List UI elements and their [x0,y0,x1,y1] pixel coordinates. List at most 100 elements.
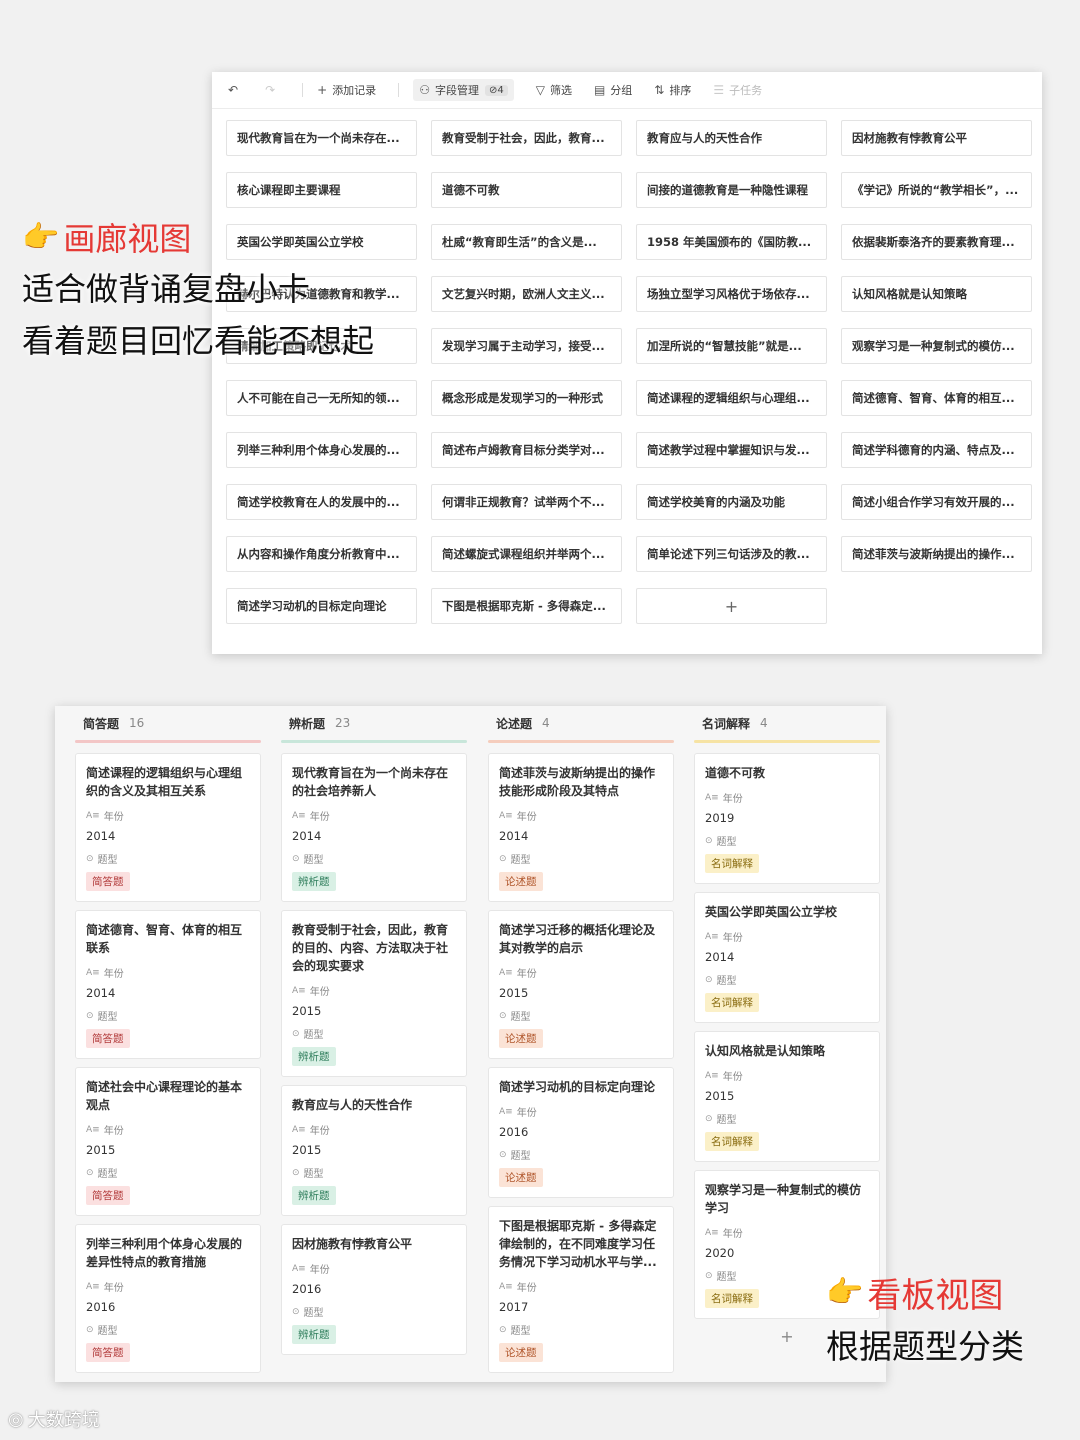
kanban-card-title: 观察学习是一种复制式的模仿学习 [705,1183,862,1215]
year-field-name: 年份 [516,969,537,980]
gallery-card[interactable]: 人不可能在自己一无所知的领... [226,380,417,416]
redo-button[interactable]: ↷ [265,83,280,97]
kanban-card[interactable]: 因材施教有悖教育公平 A≡ 年份 2016 ⊙ 题型 辨析题 [281,1224,467,1355]
year-value: 2016 [86,1300,116,1314]
group-button[interactable]: ▤ 分组 [594,82,632,98]
kanban-column-color-bar [281,740,467,743]
gallery-card[interactable]: 教育受制于社会，因此，教育... [431,120,622,156]
year-field-label: A≡ 年份 [705,929,869,945]
gallery-card[interactable]: 简述菲茨与波斯纳提出的操作... [841,536,1032,572]
gallery-card[interactable]: 核心课程即主要课程 [226,172,417,208]
gallery-card[interactable]: 简述学校美育的内涵及功能 [636,484,827,520]
weibo-logo-icon: ◎ [8,1408,24,1430]
gallery-card[interactable]: 简述布卢姆教育目标分类学对... [431,432,622,468]
kanban-column-header[interactable]: 论述题 4 [488,706,674,740]
kanban-caption-text: 看板视图 [867,1276,1004,1316]
kanban-card[interactable]: 教育受制于社会，因此，教育的目的、内容、方法取决于社会的现实要求 A≡ 年份 2015… [281,910,467,1077]
kanban-card[interactable]: 简述社会中心课程理论的基本观点 A≡ 年份 2015 ⊙ 题型 简答题 [75,1067,261,1216]
gallery-card[interactable]: 依据裴斯泰洛齐的要素教育理... [841,224,1032,260]
gallery-card[interactable]: 简述学科德育的内涵、特点及... [841,432,1032,468]
gallery-card[interactable]: 简述德育、智育、体育的相互... [841,380,1032,416]
gallery-card[interactable]: 《学记》所说的“教学相长”，... [841,172,1032,208]
gallery-card[interactable]: 观察学习是一种复制式的模仿... [841,328,1032,364]
toolbar-divider [302,83,304,97]
gallery-card[interactable]: 简述学习动机的目标定向理论 [226,588,417,624]
gallery-card[interactable]: 下图是根据耶克斯 - 多得森定... [431,588,622,624]
kanban-card[interactable]: 道德不可教 A≡ 年份 2019 ⊙ 题型 名词解释 [694,753,880,884]
gallery-card[interactable]: 简单论述下列三句话涉及的教... [636,536,827,572]
gallery-add-card-button[interactable]: + [636,588,827,624]
gallery-card[interactable]: 杜威“教育即生活”的含义是... [431,224,622,260]
kanban-card[interactable]: 简述菲茨与波斯纳提出的操作技能形成阶段及其特点 A≡ 年份 2014 ⊙ 题型 论述题 [488,753,674,902]
gallery-card[interactable]: 简述课程的逻辑组织与心理组... [636,380,827,416]
kanban-column-header[interactable]: 名词解释 4 [694,706,880,740]
year-field-label: A≡ 年份 [499,1104,663,1120]
text-field-icon: A≡ [705,1070,719,1081]
gallery-card[interactable]: 简述螺旋式课程组织并举两个... [431,536,622,572]
kanban-column-header[interactable]: 辨析题 23 [281,706,467,740]
gallery-card[interactable]: 加涅所说的“智慧技能”就是... [636,328,827,364]
kanban-card-title: 简述课程的逻辑组织与心理组织的含义及其相互关系 [86,766,243,798]
gallery-card[interactable]: 列举三种利用个体身心发展的... [226,432,417,468]
gallery-card[interactable]: 文艺复兴时期，欧洲人文主义... [431,276,622,312]
kanban-card[interactable]: 简述学习迁移的概括化理论及其对教学的启示 A≡ 年份 2015 ⊙ 题型 论述题 [488,910,674,1059]
add-record-button[interactable]: + 添加记录 [317,82,376,98]
sort-button[interactable]: ⇅ 排序 [654,82,691,98]
year-value: 2017 [499,1300,529,1314]
kanban-card[interactable]: 认知风格就是认知策略 A≡ 年份 2015 ⊙ 题型 名词解释 [694,1031,880,1162]
undo-button[interactable]: ↶ [228,83,243,97]
kanban-card[interactable]: 列举三种利用个体身心发展的差异性特点的教育措施 A≡ 年份 2016 ⊙ 题型 简答题 [75,1224,261,1373]
kanban-column-header[interactable]: 简答题 16 [75,706,261,740]
kanban-card[interactable]: 简述学习动机的目标定向理论 A≡ 年份 2016 ⊙ 题型 论述题 [488,1067,674,1198]
gallery-card-title: 认知风格就是认知策略 [852,287,967,301]
gallery-card-title: 简述学习动机的目标定向理论 [237,599,387,613]
gallery-grid: 现代教育旨在为一个尚未存在... 教育受制于社会，因此，教育... 教育应与人的天性… [226,120,1032,624]
group-icon: ▤ [593,83,606,97]
gallery-card[interactable]: 1958 年美国颁布的《国防教... [636,224,827,260]
gallery-card[interactable]: 简述小组合作学习有效开展的... [841,484,1032,520]
gallery-card[interactable]: 英国公学即英国公立学校 [226,224,417,260]
gallery-card[interactable]: 间接的道德教育是一种隐性课程 [636,172,827,208]
year-field-name: 年份 [309,812,330,823]
kanban-card[interactable]: 简述课程的逻辑组织与心理组织的含义及其相互关系 A≡ 年份 2014 ⊙ 题型 简答题 [75,753,261,902]
field-manage-button[interactable]: ⚇ 字段管理 ⊘4 [413,79,514,101]
kanban-card[interactable]: 英国公学即英国公立学校 A≡ 年份 2014 ⊙ 题型 名词解释 [694,892,880,1023]
kanban-card[interactable]: 现代教育旨在为一个尚未存在的社会培养新人 A≡ 年份 2014 ⊙ 题型 辨析题 [281,753,467,902]
gallery-card[interactable]: 认知风格就是认知策略 [841,276,1032,312]
kanban-card[interactable]: 简述德育、智育、体育的相互联系 A≡ 年份 2014 ⊙ 题型 简答题 [75,910,261,1059]
year-field-name: 年份 [722,1072,743,1083]
kanban-column-count: 4 [542,716,550,730]
gallery-card[interactable]: 因材施教有悖教育公平 [841,120,1032,156]
year-value: 2015 [86,1143,116,1157]
gallery-card-title: 简述课程的逻辑组织与心理组... [647,391,810,405]
gallery-card[interactable]: 现代教育旨在为一个尚未存在... [226,120,417,156]
type-field-name: 题型 [303,855,324,866]
filter-button[interactable]: ▽ 筛选 [536,82,572,98]
gallery-card[interactable]: 教育应与人的天性合作 [636,120,827,156]
gallery-card[interactable]: 道德不可教 [431,172,622,208]
type-field-name: 题型 [97,1169,118,1180]
kanban-card[interactable]: 下图是根据耶克斯 - 多得森定律绘制的，在不同难度学习任务情况下学习动机水平与学… [488,1206,674,1373]
gallery-card[interactable]: 发现学习属于主动学习，接受... [431,328,622,364]
year-value: 2015 [499,986,529,1000]
text-field-icon: A≡ [705,931,719,942]
kanban-column: 论述题 4 简述菲茨与波斯纳提出的操作技能形成阶段及其特点 A≡ 年份 2014 ⊙ 题型 论述… [488,706,674,1381]
gallery-card[interactable]: 概念形成是发现学习的一种形式 [431,380,622,416]
type-field-name: 题型 [97,855,118,866]
kanban-card[interactable]: 教育应与人的天性合作 A≡ 年份 2015 ⊙ 题型 辨析题 [281,1085,467,1216]
subtask-label: 子任务 [729,84,763,97]
subtask-button[interactable]: ☰ 子任务 [713,82,762,98]
gallery-card-title: 列举三种利用个体身心发展的... [237,443,400,457]
gallery-card-title: 何谓非正规教育？试举两个不... [442,495,605,509]
single-select-icon: ⊙ [292,1028,300,1039]
gallery-card[interactable]: 简述教学过程中掌握知识与发... [636,432,827,468]
gallery-card[interactable]: 从内容和操作角度分析教育中... [226,536,417,572]
gallery-card[interactable]: 场独立型学习风格优于场依存... [636,276,827,312]
kanban-column: 辨析题 23 现代教育旨在为一个尚未存在的社会培养新人 A≡ 年份 2014 ⊙ 题型 辨析题教… [281,706,467,1363]
gallery-card[interactable]: 简述学校教育在人的发展中的... [226,484,417,520]
type-field-label: ⊙ 题型 [292,851,456,867]
text-field-icon: A≡ [292,1124,306,1135]
year-field-name: 年份 [103,969,124,980]
gallery-card[interactable]: 何谓非正规教育？试举两个不... [431,484,622,520]
text-field-icon: A≡ [499,967,513,978]
